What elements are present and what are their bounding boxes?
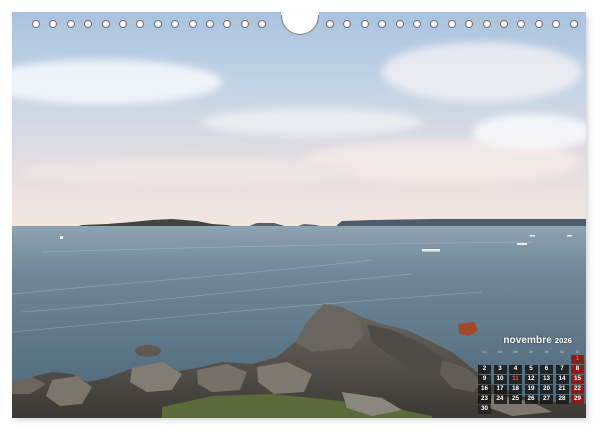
binding-hole (49, 20, 58, 28)
day-cell: 5 (524, 365, 538, 374)
binding-hole (223, 20, 232, 28)
day-cell: 17 (493, 385, 507, 394)
day-cell: 20 (540, 385, 553, 394)
binding-hole (430, 20, 439, 28)
binding-hole (517, 20, 526, 28)
binding-hole (66, 20, 75, 28)
empty-day-cell (494, 355, 507, 364)
day-cell: 21 (555, 385, 569, 394)
binding-hole (465, 20, 474, 28)
day-cell: 22 (571, 385, 584, 394)
day-cell: 6 (540, 365, 553, 374)
binding-hole (84, 20, 93, 28)
day-grid: 1 2 3 4 5 6 7 8 9 10 11 12 13 14 15 16 17 18 19 20 21 22 23 24 2… (478, 355, 586, 414)
binding-hole (101, 20, 110, 28)
day-cell: 3 (493, 365, 507, 374)
day-cell: 15 (571, 375, 584, 384)
month-name: novembre (503, 335, 552, 346)
calendar-heading: novembre 2026 (478, 335, 572, 346)
day-cell: 4 (509, 365, 522, 374)
day-cell: 14 (555, 375, 569, 384)
binding-hole (136, 20, 145, 28)
binding-hole (395, 20, 404, 28)
binding-hole (569, 20, 578, 28)
day-cell: 1 (571, 355, 584, 364)
day-cell: 8 (571, 365, 584, 374)
binding-hole (378, 20, 387, 28)
day-cell: 13 (540, 375, 553, 384)
binding-hole (552, 20, 561, 28)
day-cell: 16 (478, 385, 491, 394)
binding-hole (32, 20, 40, 28)
day-cell: 28 (555, 395, 569, 404)
binding-hole (413, 20, 421, 28)
empty-day-cell (540, 355, 553, 364)
empty-day-cell (525, 355, 538, 364)
day-cell: 18 (509, 385, 522, 394)
binding-hole (482, 20, 491, 28)
day-cell: 30 (478, 405, 491, 414)
day-cell: 25 (509, 395, 522, 404)
binding-hole (119, 20, 127, 28)
binding-hole (258, 20, 267, 28)
empty-day-cell (509, 355, 522, 364)
binding-hole (360, 20, 369, 28)
calendar-page: novembre 2026 Lu Ma Me Je Ve Sa Di 1 2 3 4 5 6 7 8 9 10 1… (12, 12, 586, 418)
binding-hole (343, 20, 352, 28)
day-cell: 24 (493, 395, 507, 404)
binding-hole (188, 20, 197, 28)
binding-hole (206, 20, 214, 28)
binding-hole (326, 20, 334, 28)
binding-hole (447, 20, 456, 28)
day-cell: 29 (571, 395, 584, 404)
hanger-notch-top (281, 12, 319, 15)
binding-hole (500, 20, 508, 28)
empty-day-cell (556, 355, 569, 364)
binding-hole (153, 20, 162, 28)
binding-hole (534, 20, 543, 28)
day-cell: 27 (540, 395, 553, 404)
day-cell: 23 (478, 395, 491, 404)
day-cell: 10 (493, 375, 507, 384)
day-cell: 2 (478, 365, 491, 374)
day-cell: 7 (555, 365, 569, 374)
day-cell: 19 (524, 385, 538, 394)
day-cell: 9 (478, 375, 491, 384)
day-cell: 26 (524, 395, 538, 404)
empty-day-cell (478, 355, 491, 364)
year-label: 2026 (554, 336, 572, 345)
binding-hole (171, 20, 180, 28)
month-calendar: novembre 2026 Lu Ma Me Je Ve Sa Di 1 2 3 4 5 6 7 8 9 10 1… (478, 335, 586, 414)
day-cell: 11 (509, 375, 522, 384)
day-cell: 12 (524, 375, 538, 384)
spiral-binding (0, 0, 600, 35)
binding-hole (240, 20, 249, 28)
